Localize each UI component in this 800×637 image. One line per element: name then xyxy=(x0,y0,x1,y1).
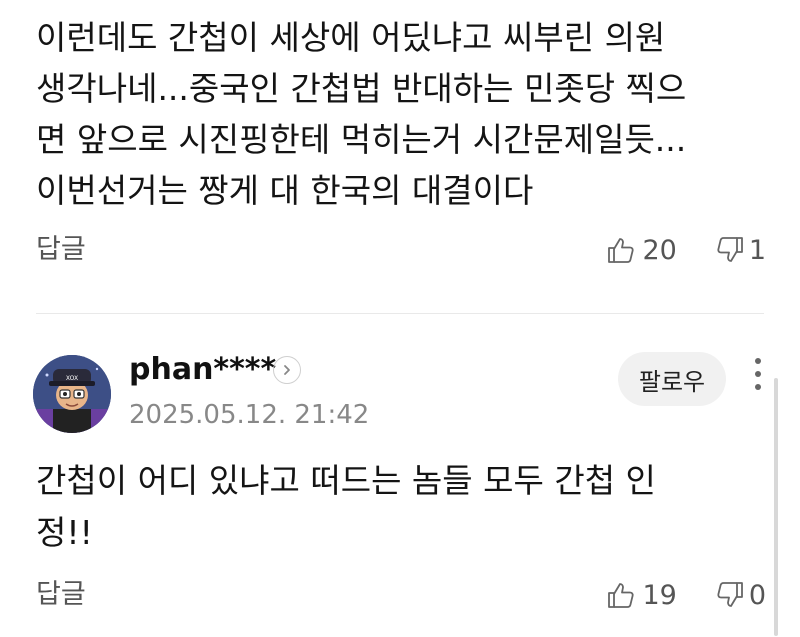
scrollbar[interactable] xyxy=(774,378,778,636)
thumbs-down-icon xyxy=(717,237,743,262)
dislike-button[interactable]: 0 xyxy=(715,580,766,611)
comment-line: 정!! xyxy=(36,513,93,552)
comment-text: 이런데도 간첩이 세상에 어딨냐고 씨부린 의원 생각나네...중국인 간첩법 … xyxy=(36,12,756,216)
like-button[interactable]: 20 xyxy=(606,234,677,266)
svg-text:XOX: XOX xyxy=(66,375,78,382)
comment-line: 면 앞으로 시진핑한테 먹히는거 시간문제일듯... xyxy=(36,120,687,159)
vote-group: 19 0 xyxy=(606,575,766,615)
thumbs-up-icon xyxy=(608,238,635,263)
comment-username[interactable]: phan**** xyxy=(129,352,276,387)
avatar-image: XOX xyxy=(33,355,111,433)
follow-button[interactable]: 팔로우 xyxy=(618,352,726,406)
comment-line: 생각나네...중국인 간첩법 반대하는 민좃당 찍으 xyxy=(36,69,687,108)
comment-line: 이번선거는 짱게 대 한국의 대결이다 xyxy=(36,171,534,210)
more-vertical-icon[interactable] xyxy=(748,358,768,398)
dislike-button[interactable]: 1 xyxy=(715,235,766,266)
comment-actions: 답글 20 1 xyxy=(36,230,766,270)
more-dot xyxy=(755,358,761,364)
comment-line: 간첩이 어디 있냐고 떠드는 놈들 모두 간첩 인 xyxy=(36,461,656,500)
avatar[interactable]: XOX xyxy=(33,355,111,433)
more-dot xyxy=(755,384,761,390)
comment-divider xyxy=(36,313,764,314)
thumbs-down-icon xyxy=(717,582,743,607)
dislike-count: 0 xyxy=(748,579,766,611)
like-count: 19 xyxy=(642,579,677,611)
reply-button[interactable]: 답글 xyxy=(36,230,86,270)
profile-link-button[interactable] xyxy=(273,356,301,384)
comment-text: 간첩이 어디 있냐고 떠드는 놈들 모두 간첩 인 정!! xyxy=(36,455,736,559)
dislike-count: 1 xyxy=(748,234,766,266)
like-button[interactable]: 19 xyxy=(606,579,677,611)
vote-group: 20 1 xyxy=(606,230,766,270)
chevron-right-icon xyxy=(284,365,290,375)
comment-timestamp: 2025.05.12. 21:42 xyxy=(129,400,370,430)
comment-line: 이런데도 간첩이 세상에 어딨냐고 씨부린 의원 xyxy=(36,18,666,57)
more-dot xyxy=(755,371,761,377)
like-count: 20 xyxy=(642,234,677,266)
comment-actions: 답글 19 0 xyxy=(36,575,766,615)
thumbs-up-icon xyxy=(608,583,635,608)
reply-button[interactable]: 답글 xyxy=(36,575,86,615)
